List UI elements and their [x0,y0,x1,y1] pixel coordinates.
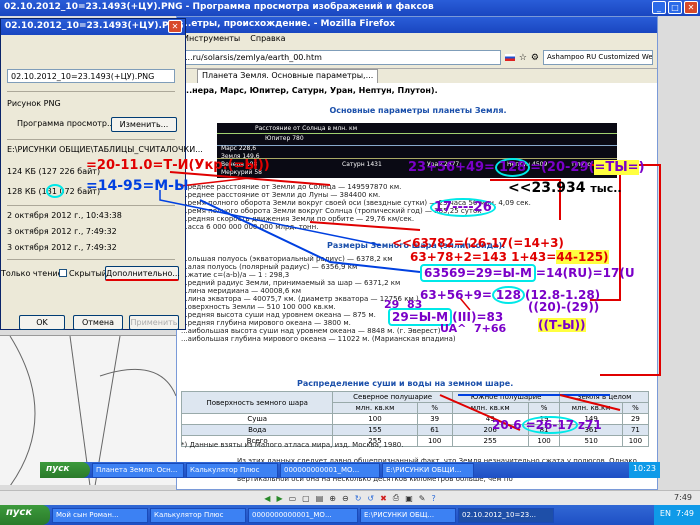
annotation-text: 63569=29=Ы-М =14(RU)=17(U [420,264,635,282]
task-item[interactable]: Калькулятор Плюс [150,507,246,523]
prev-icon[interactable]: ◀ [264,494,270,503]
rotate-cw-icon[interactable]: ↻ [355,494,362,503]
annotation-part: z71 [578,418,602,432]
annotation-part: 23+56+49= [408,160,495,175]
language-indicator[interactable]: EN [660,509,671,518]
annotation-text: 20.6 =26-17 z71 [492,416,602,434]
clock: 7:49 [676,509,694,518]
actual-size-icon[interactable]: ▢ [302,494,310,503]
inner-clock: 10:23 [628,462,660,478]
annotation-part: <<23.934 [508,180,586,196]
start-button[interactable]: пуск [0,505,50,525]
task-item[interactable]: Мой сын Роман... [52,507,148,523]
annotation-part: =26-17 [521,416,579,434]
task-item[interactable]: 0000000000001_МО... [248,507,358,523]
annotation-text: <<63782=(26-17(=14+3) [392,236,564,250]
zoom-out-icon[interactable]: ⊖ [342,494,349,503]
viewer-toolbar: ◀ ▶ ▭ ▢ ▤ ⊕ ⊖ ↻ ↺ ✖ ⎙ ▣ ✎ ? 7:49 [0,490,700,505]
inner-task-item[interactable]: Калькулятор Плюс [186,462,278,478]
inner-task-item[interactable]: 000000000001_МО... [280,462,380,478]
task-item[interactable]: 02.10.2012_10=23... [458,507,554,523]
annotation-text: 23+56+49= 128 =(20-29(=ТЫ=) [408,158,645,177]
annotation-part: =14(RU)=17(U [535,266,635,280]
annotation-text: =14-95=М-Ы [86,178,189,194]
annotation-text: ((Т-Ы)) [538,318,586,332]
annotation-part: тыс.. [590,182,622,195]
save-icon[interactable]: ▣ [405,494,413,503]
annotation-part: ) [638,160,645,175]
inner-start-button[interactable]: пуск [40,462,90,478]
slideshow-icon[interactable]: ▤ [316,494,324,503]
annotation-text: <<23.934 тыс.. [508,180,622,196]
annotation-part: 63569=29=Ы-М [420,264,536,282]
help-icon[interactable]: ? [431,494,435,503]
annotation-text: ((20)-(29)) [528,300,600,314]
task-item[interactable]: E:\РИСУНКИ ОБЩ... [360,507,456,523]
annotation-text: =20-11.0=Т-И(Укр.(=Ы)) [86,158,270,173]
delete-icon[interactable]: ✖ [380,494,387,503]
zoom-in-icon[interactable]: ⊕ [329,494,336,503]
annotation-part: UA^ [440,322,467,335]
system-tray: EN 7:49 [653,505,700,525]
annotation-part: 1+43= [511,250,557,264]
annotation-part: 128 [491,286,525,304]
rotate-ccw-icon[interactable]: ↺ [367,494,374,503]
print-icon[interactable]: ⎙ [393,493,399,503]
annotation-part: 63+78+2=143 [410,250,507,264]
annotation-part: 63+56+9= [420,288,492,302]
annotation-text: UA^ 7+66 [440,322,506,335]
next-icon[interactable]: ▶ [276,494,282,503]
fit-icon[interactable]: ▭ [289,494,297,503]
annotation-part: 7+66 [474,322,507,335]
inner-taskbar: пуск Планета Земля. Осн... Калькулятор П… [40,462,660,478]
annotation-text: 17----26 [430,198,496,217]
inner-task-item[interactable]: E:\РИСУНКИ ОБЩИ... [382,462,474,478]
annotation-part: 20.6 [492,418,522,432]
annotation-part: =(20-29( [530,160,595,175]
annotation-part: =ТЫ= [594,160,639,175]
edit-icon[interactable]: ✎ [419,494,426,503]
annotation-part: 128 [494,158,531,177]
annotation-circle [46,184,64,198]
viewer-time: 7:49 [674,493,692,502]
annotation-part: 44-125) [556,250,609,264]
annotation-text: 63+78+2=143 1+43=44-125) [410,250,609,264]
inner-task-item[interactable]: Планета Земля. Осн... [92,462,184,478]
taskbar: пуск Мой сын Роман... Калькулятор Плюс 0… [0,505,700,525]
